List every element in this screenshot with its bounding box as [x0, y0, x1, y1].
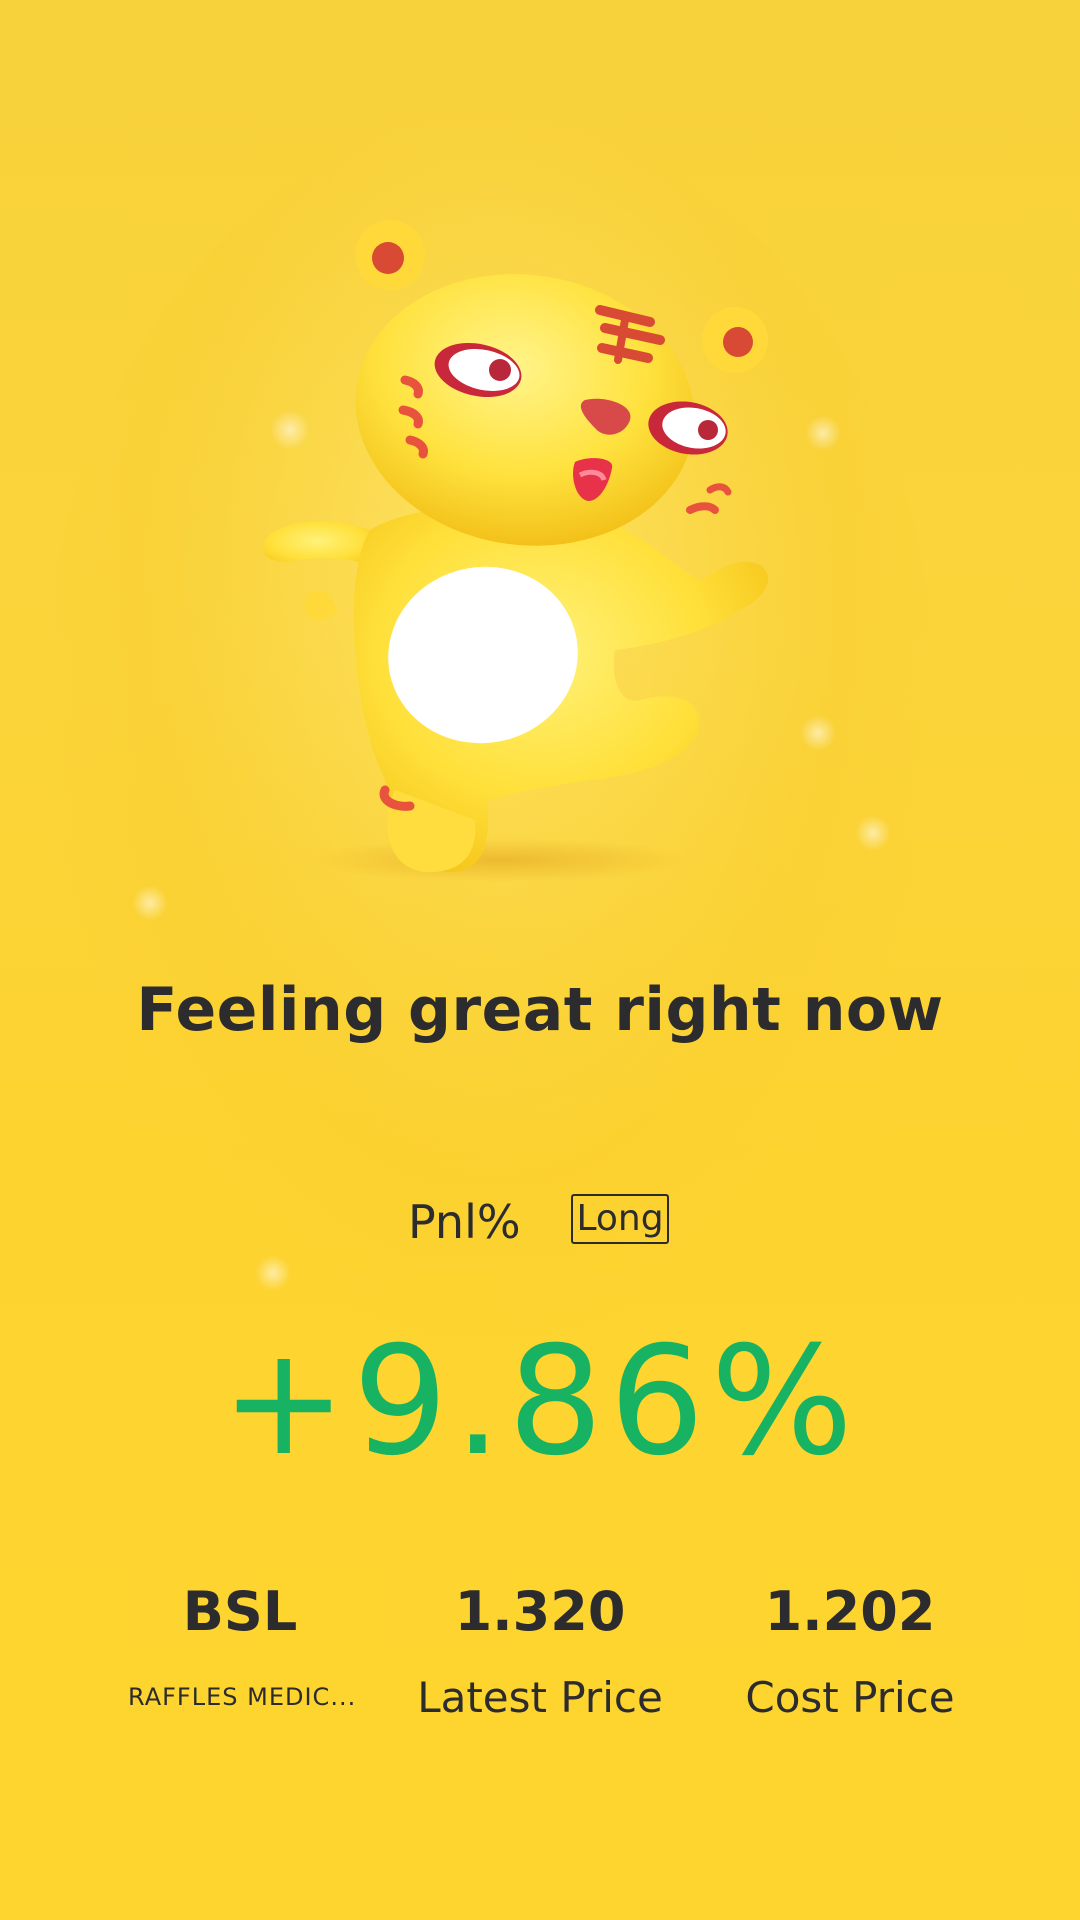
- latest-price-stat: 1.320 Latest Price: [400, 1580, 680, 1722]
- pnl-label: Pnl%: [408, 1195, 521, 1249]
- cost-price-value: 1.202: [764, 1580, 936, 1643]
- pnl-percent-value: +9.86%: [220, 1315, 860, 1489]
- cost-price-label: Cost Price: [745, 1673, 955, 1722]
- tiger-mascot-icon: [262, 220, 769, 882]
- stock-symbol: BSL: [182, 1580, 298, 1643]
- sparkle: [132, 885, 168, 921]
- latest-price-label: Latest Price: [417, 1673, 663, 1722]
- stock-symbol-stat: BSL RAFFLES MEDIC...: [100, 1580, 380, 1711]
- stock-name: RAFFLES MEDIC...: [128, 1683, 357, 1711]
- pnl-header: Pnl% Long: [0, 1194, 1080, 1255]
- position-direction-badge: Long: [571, 1194, 669, 1244]
- mood-headline: Feeling great right now: [136, 975, 944, 1045]
- latest-price-value: 1.320: [454, 1580, 626, 1643]
- sparkle: [855, 815, 891, 851]
- cost-price-stat: 1.202 Cost Price: [710, 1580, 990, 1722]
- sparkle: [255, 1255, 291, 1291]
